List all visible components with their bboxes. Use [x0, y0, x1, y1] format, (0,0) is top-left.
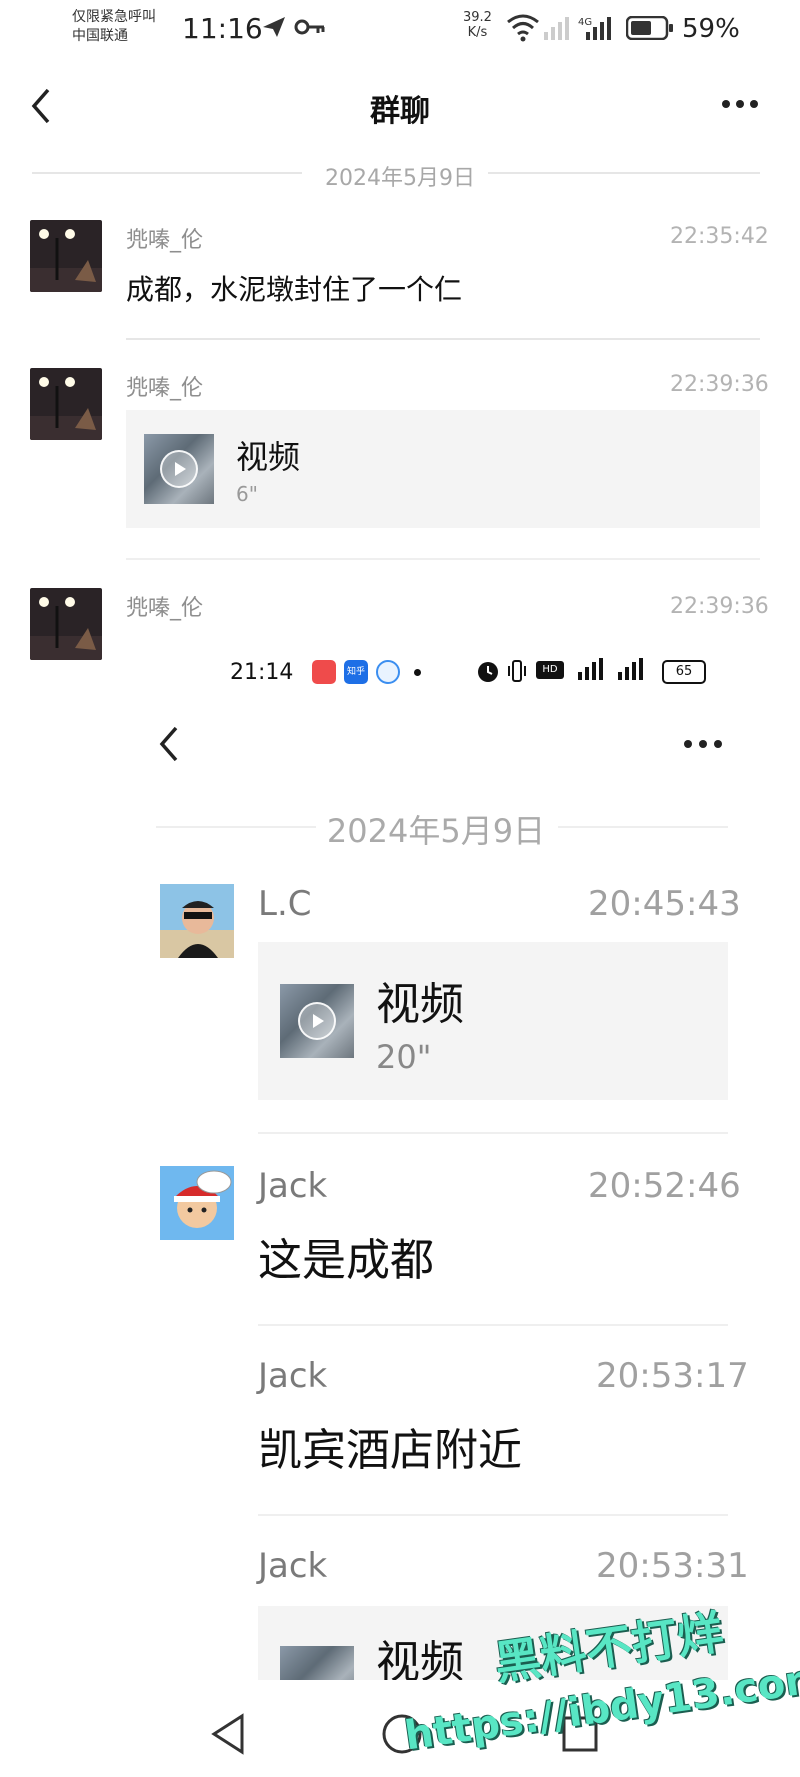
inner-back-button[interactable] [156, 724, 180, 768]
inner-signal-icon [572, 656, 654, 686]
message-divider [258, 1132, 728, 1134]
image-message[interactable]: 21:14 知乎 HD 65 2024年5月9日 L.C 20:45:43 视频… [126, 640, 760, 1680]
message-text: 这是成都 [258, 1235, 434, 1286]
battery-icon [625, 15, 674, 44]
carrier-line2: 中国联通 [72, 28, 128, 44]
play-icon [298, 1002, 336, 1040]
inner-more-button[interactable] [682, 734, 724, 758]
video-message[interactable]: 视频 6" [126, 410, 760, 528]
sender-name: Jack [258, 1546, 328, 1586]
message-divider [126, 338, 760, 340]
sender-name: 兠嗪_伦 [126, 596, 204, 621]
message-time: 20:45:43 [588, 884, 741, 924]
nav-back-button[interactable] [208, 1712, 248, 1760]
carrier-line1: 仅限紧急呼叫 [72, 9, 156, 25]
more-button[interactable] [720, 94, 764, 118]
video-thumbnail [280, 984, 354, 1058]
video-message[interactable]: 视频 20" [258, 942, 728, 1100]
avatar[interactable] [30, 588, 102, 660]
sender-name: Jack [258, 1356, 328, 1396]
key-icon [294, 17, 326, 41]
sender-name: Jack [258, 1166, 328, 1206]
message-text: 成都，水泥墩封住了一个仁 [126, 273, 463, 306]
speed-value: 39.2 [463, 10, 492, 25]
date-divider-right [558, 826, 728, 828]
sender-name: L.C [258, 884, 312, 924]
status-time: 11:16 [182, 12, 263, 45]
zhihu-app-icon: 知乎 [344, 660, 368, 684]
message-time: 22:35:42 [670, 224, 769, 249]
video-thumbnail [280, 1646, 354, 1680]
more-dots-icon [684, 740, 722, 748]
wifi-icon [506, 12, 540, 46]
sender-name: 兠嗪_伦 [126, 228, 204, 253]
speed-unit: K/s [467, 25, 488, 40]
message-time: 20:53:31 [596, 1546, 749, 1586]
message-divider [258, 1514, 728, 1516]
date-separator: 2024年5月9日 [325, 166, 475, 191]
hd-icon: HD [536, 661, 564, 679]
video-duration: 20" [376, 1038, 432, 1076]
inner-date-separator: 2024年5月9日 [326, 812, 546, 850]
inner-battery: 65 [662, 660, 706, 684]
video-label: 视频 [376, 1637, 464, 1680]
vibrate-icon [506, 659, 528, 687]
notification-dot-icon [414, 669, 421, 676]
more-dots-icon [722, 100, 758, 108]
message-time: 20:52:46 [588, 1166, 741, 1206]
date-divider-left [32, 172, 302, 174]
avatar[interactable] [30, 220, 102, 292]
avatar[interactable] [30, 368, 102, 440]
carrier-info: 仅限紧急呼叫 中国联通 [72, 8, 156, 46]
video-label: 视频 [376, 979, 464, 1030]
video-duration: 6" [236, 482, 258, 506]
message-time: 20:53:17 [596, 1356, 749, 1396]
triangle-back-icon [211, 1713, 244, 1755]
signal-sim2-icon: 4G [578, 14, 614, 46]
date-divider-left [156, 826, 316, 828]
alarm-icon [476, 658, 500, 688]
inner-status-time: 21:14 [230, 660, 294, 685]
avatar[interactable] [160, 1166, 234, 1240]
battery-percent: 59% [682, 14, 740, 44]
chevron-left-icon [159, 726, 178, 762]
video-label: 视频 [236, 438, 301, 476]
date-divider-right [488, 172, 760, 174]
video-thumbnail [144, 434, 214, 504]
browser-app-icon [376, 660, 400, 684]
message-divider [258, 1324, 728, 1326]
network-speed: 39.2 K/s [463, 10, 492, 40]
avatar[interactable] [160, 884, 234, 958]
send-arrow-icon [262, 16, 286, 42]
message-divider [126, 558, 760, 560]
signal-sim1-icon [542, 14, 572, 46]
message-time: 22:39:36 [670, 594, 769, 619]
music-app-icon [312, 660, 336, 684]
page-title: 群聊 [370, 94, 430, 129]
play-icon [160, 450, 198, 488]
message-text: 凯宾酒店附近 [258, 1425, 522, 1476]
sender-name: 兠嗪_伦 [126, 376, 204, 401]
message-time: 22:39:36 [670, 372, 769, 397]
svg-text:4G: 4G [578, 17, 592, 28]
